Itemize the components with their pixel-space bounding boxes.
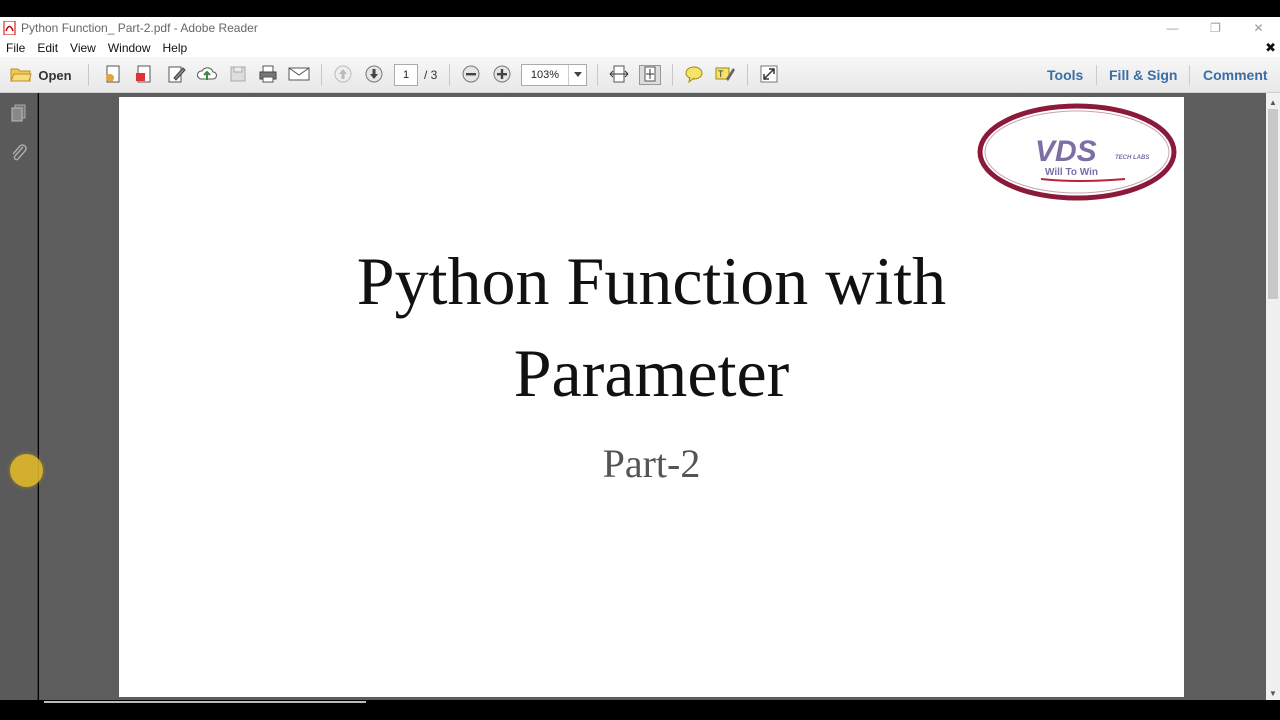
expand-icon	[760, 65, 778, 86]
vds-logo: VDS TECH LABS Will To Win	[977, 103, 1177, 201]
zoom-select[interactable]: 103%	[521, 64, 587, 86]
highlight-text-button[interactable]: T	[714, 65, 736, 85]
tab-tools[interactable]: Tools	[1047, 67, 1083, 83]
fit-width-icon	[609, 64, 629, 87]
create-pdf-button[interactable]	[102, 65, 124, 85]
previous-page-button[interactable]	[332, 65, 354, 85]
document-title: Python Function with Parameter	[119, 235, 1184, 419]
pdf-page: VDS TECH LABS Will To Win Python Functio…	[119, 97, 1184, 697]
logo-slogan: Will To Win	[1045, 167, 1098, 178]
highlighter-icon: T	[715, 65, 735, 86]
sticky-note-button[interactable]	[683, 65, 705, 85]
zoom-in-button[interactable]	[491, 65, 513, 85]
document-canvas[interactable]: VDS TECH LABS Will To Win Python Functio…	[39, 93, 1266, 700]
toolbar-separator	[321, 64, 322, 86]
svg-text:T: T	[718, 69, 724, 79]
tab-comment[interactable]: Comment	[1203, 67, 1268, 83]
save-disk-icon	[229, 65, 247, 86]
pdf-icon	[3, 20, 17, 36]
page-thumbnails-icon[interactable]	[9, 103, 29, 123]
open-button[interactable]: Open	[8, 65, 74, 85]
folder-icon	[10, 65, 33, 86]
arrow-up-icon	[334, 65, 352, 86]
save-button[interactable]	[227, 65, 249, 85]
restore-button[interactable]: ❐	[1194, 17, 1237, 39]
tab-separator	[1096, 65, 1097, 85]
email-button[interactable]	[288, 65, 310, 85]
logo-brand: VDS	[1035, 135, 1097, 168]
upload-cloud-button[interactable]	[196, 65, 218, 85]
fit-width-button[interactable]	[608, 65, 630, 85]
envelope-icon	[288, 66, 310, 85]
fit-page-button[interactable]	[639, 65, 661, 85]
screen-top-bar	[0, 0, 1280, 17]
screen-bottom-bar	[0, 700, 1280, 720]
zoom-out-button[interactable]	[460, 65, 482, 85]
toolbar-separator	[672, 64, 673, 86]
attachments-paperclip-icon[interactable]	[9, 143, 29, 163]
toolbar-separator	[747, 64, 748, 86]
edit-pencil-icon	[166, 64, 186, 87]
scroll-up-arrow-icon[interactable]: ▲	[1266, 95, 1280, 109]
mouse-cursor-highlight	[10, 454, 43, 487]
edit-pdf-button[interactable]	[165, 65, 187, 85]
minimize-button[interactable]: —	[1151, 17, 1194, 39]
create-pdf-icon	[103, 64, 123, 87]
menu-help[interactable]: Help	[157, 41, 194, 55]
minus-circle-icon	[462, 65, 480, 86]
open-label: Open	[38, 67, 72, 83]
toolbar-separator	[88, 64, 89, 86]
print-button[interactable]	[257, 65, 279, 85]
menu-window[interactable]: Window	[102, 41, 157, 55]
close-window-button[interactable]: ✕	[1237, 17, 1280, 39]
main-toolbar: Open 1 / 3 103% T Tools Fill & Sign Comm…	[0, 57, 1280, 93]
arrow-down-icon	[365, 65, 383, 86]
vertical-scrollbar[interactable]: ▲ ▼	[1266, 93, 1280, 700]
logo-tagline: TECH LABS	[1115, 155, 1149, 161]
progress-line	[44, 701, 366, 703]
menu-file[interactable]: File	[0, 41, 31, 55]
tab-fill-sign[interactable]: Fill & Sign	[1109, 67, 1177, 83]
full-screen-button[interactable]	[758, 65, 780, 85]
document-title-line-1: Python Function with	[356, 243, 947, 319]
scrollbar-thumb[interactable]	[1268, 109, 1278, 299]
plus-circle-icon	[493, 65, 511, 86]
document-title-line-2: Parameter	[513, 335, 790, 411]
chevron-down-icon[interactable]	[568, 65, 586, 85]
printer-icon	[258, 64, 278, 87]
comment-bubble-icon	[684, 65, 704, 86]
window-title: Python Function_ Part-2.pdf - Adobe Read…	[21, 21, 258, 35]
window-title-bar: Python Function_ Part-2.pdf - Adobe Read…	[0, 17, 1280, 39]
toolbar-separator	[597, 64, 598, 86]
tab-separator	[1189, 65, 1190, 85]
export-pdf-button[interactable]	[133, 65, 155, 85]
fit-page-icon	[641, 65, 659, 86]
close-document-button[interactable]: ✖	[1265, 40, 1276, 56]
zoom-value: 103%	[530, 69, 560, 81]
menu-bar: File Edit View Window Help ✖	[0, 39, 1280, 57]
scroll-down-arrow-icon[interactable]: ▼	[1266, 686, 1280, 700]
menu-view[interactable]: View	[64, 41, 102, 55]
document-subtitle: Part-2	[602, 441, 701, 486]
page-number-input[interactable]: 1	[394, 64, 418, 86]
toolbar-separator	[449, 64, 450, 86]
next-page-button[interactable]	[363, 65, 385, 85]
export-pdf-icon	[134, 64, 154, 87]
menu-edit[interactable]: Edit	[31, 41, 64, 55]
page-total-label: / 3	[424, 68, 438, 82]
cloud-upload-icon	[196, 64, 218, 87]
navigation-panel	[0, 93, 38, 700]
